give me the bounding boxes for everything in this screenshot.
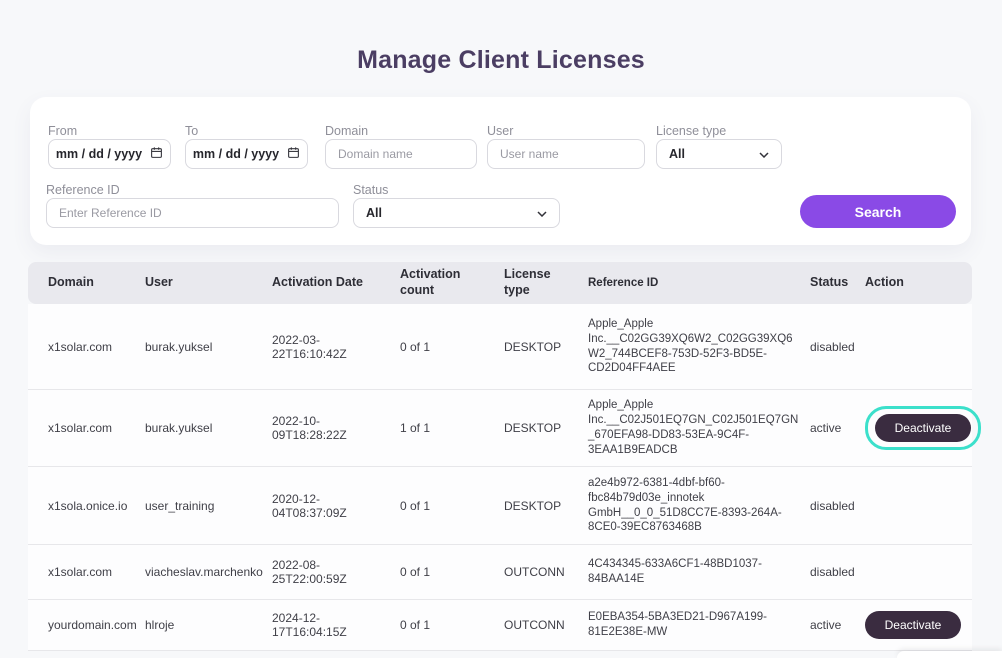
license-type-label: License type	[656, 124, 726, 138]
reference-id-label: Reference ID	[46, 183, 120, 197]
cell-status: disabled	[810, 565, 865, 579]
column-header-activation-date: Activation Date	[272, 275, 400, 291]
table-row: x1sola.onice.io user_training 2020-12-04…	[28, 467, 972, 545]
from-date-input[interactable]: mm / dd / yyyy	[48, 139, 171, 169]
cell-domain: yourdomain.com	[48, 618, 145, 632]
cell-reference-id: Apple_Apple Inc.__C02GG39XQ6W2_C02GG39XQ…	[588, 317, 810, 377]
cell-domain: x1solar.com	[48, 565, 145, 579]
cell-license-type: OUTCONN	[504, 618, 588, 632]
cell-user: viacheslav.marchenko	[145, 565, 272, 579]
cell-reference-id: E0EBA354-5BA3ED21-D967A199-81E2E38E-MW	[588, 610, 810, 640]
deactivate-button[interactable]: Deactivate	[865, 611, 961, 639]
user-input[interactable]	[487, 139, 645, 169]
cell-activation-date: 2024-12-17T16:04:15Z	[272, 611, 400, 639]
cell-activation-date: 2022-10-09T18:28:22Z	[272, 414, 400, 442]
column-header-activation-count: Activation count	[400, 267, 504, 298]
status-label: Status	[353, 183, 388, 197]
cell-domain: x1solar.com	[48, 340, 145, 354]
to-date-input[interactable]: mm / dd / yyyy	[185, 139, 308, 169]
license-type-value: All	[669, 147, 685, 161]
cell-activation-count: 0 of 1	[400, 340, 504, 354]
cell-status: active	[810, 618, 865, 632]
to-label: To	[185, 124, 198, 138]
reference-id-input[interactable]	[46, 198, 339, 228]
calendar-icon	[287, 146, 300, 162]
cell-status: disabled	[810, 340, 865, 354]
cell-license-type: OUTCONN	[504, 565, 588, 579]
cell-activation-count: 0 of 1	[400, 565, 504, 579]
highlight-ring: Deactivate	[865, 406, 981, 450]
license-type-select[interactable]: All	[656, 139, 782, 169]
cell-activation-count: 0 of 1	[400, 618, 504, 632]
from-label: From	[48, 124, 77, 138]
user-label: User	[487, 124, 513, 138]
table-header-row: Domain User Activation Date Activation c…	[28, 262, 972, 304]
status-select[interactable]: All	[353, 198, 560, 228]
cell-activation-count: 0 of 1	[400, 499, 504, 513]
column-header-user: User	[145, 275, 272, 291]
cell-reference-id: Apple_Apple Inc.__C02J501EQ7GN_C02J501EQ…	[588, 398, 810, 458]
filter-panel: From mm / dd / yyyy To mm / dd / yyyy Do…	[30, 97, 971, 245]
table-row: x1solar.com viacheslav.marchenko 2022-08…	[28, 545, 972, 600]
table-row: x1solar.com burak.yuksel 2022-10-09T18:2…	[28, 390, 972, 467]
column-header-status: Status	[810, 275, 865, 291]
cell-license-type: DESKTOP	[504, 340, 588, 354]
cell-user: hlroje	[145, 618, 272, 632]
cell-activation-date: 2020-12-04T08:37:09Z	[272, 492, 400, 520]
cell-user: burak.yuksel	[145, 421, 272, 435]
cell-domain: x1sola.onice.io	[48, 499, 145, 513]
page-title: Manage Client Licenses	[0, 46, 1002, 75]
cell-activation-date: 2022-08-25T22:00:59Z	[272, 558, 400, 586]
column-header-license-type: License type	[504, 267, 588, 298]
chevron-down-icon	[537, 206, 547, 220]
cell-user: burak.yuksel	[145, 340, 272, 354]
search-button[interactable]: Search	[800, 195, 956, 228]
cell-activation-count: 1 of 1	[400, 421, 504, 435]
column-header-domain: Domain	[48, 275, 145, 291]
cell-action: Deactivate	[865, 611, 972, 639]
domain-label: Domain	[325, 124, 368, 138]
column-header-action: Action	[865, 275, 972, 291]
from-date-value: mm / dd / yyyy	[56, 147, 142, 161]
domain-input[interactable]	[325, 139, 477, 169]
cell-status: disabled	[810, 499, 865, 513]
cell-reference-id: 4C434345-633A6CF1-48BD1037-84BAA14E	[588, 557, 810, 587]
cell-license-type: DESKTOP	[504, 499, 588, 513]
calendar-icon	[150, 146, 163, 162]
deactivate-button[interactable]: Deactivate	[875, 414, 971, 442]
table-row: x1solar.com burak.yuksel 2022-03-22T16:1…	[28, 304, 972, 390]
cell-domain: x1solar.com	[48, 421, 145, 435]
cell-action: Deactivate	[865, 406, 972, 450]
table-row: yourdomain.com hlroje 2024-12-17T16:04:1…	[28, 600, 972, 651]
column-header-reference-id: Reference ID	[588, 276, 810, 291]
chevron-down-icon	[759, 147, 769, 161]
cell-user: user_training	[145, 499, 272, 513]
to-date-value: mm / dd / yyyy	[193, 147, 279, 161]
status-value: All	[366, 206, 382, 220]
cell-reference-id: a2e4b972-6381-4dbf-bf60-fbc84b79d03e_inn…	[588, 476, 810, 536]
cell-activation-date: 2022-03-22T16:10:42Z	[272, 333, 400, 361]
license-table-body: x1solar.com burak.yuksel 2022-03-22T16:1…	[28, 304, 972, 651]
cell-license-type: DESKTOP	[504, 421, 588, 435]
cell-status: active	[810, 421, 865, 435]
bottom-right-card-peek	[897, 651, 1002, 658]
